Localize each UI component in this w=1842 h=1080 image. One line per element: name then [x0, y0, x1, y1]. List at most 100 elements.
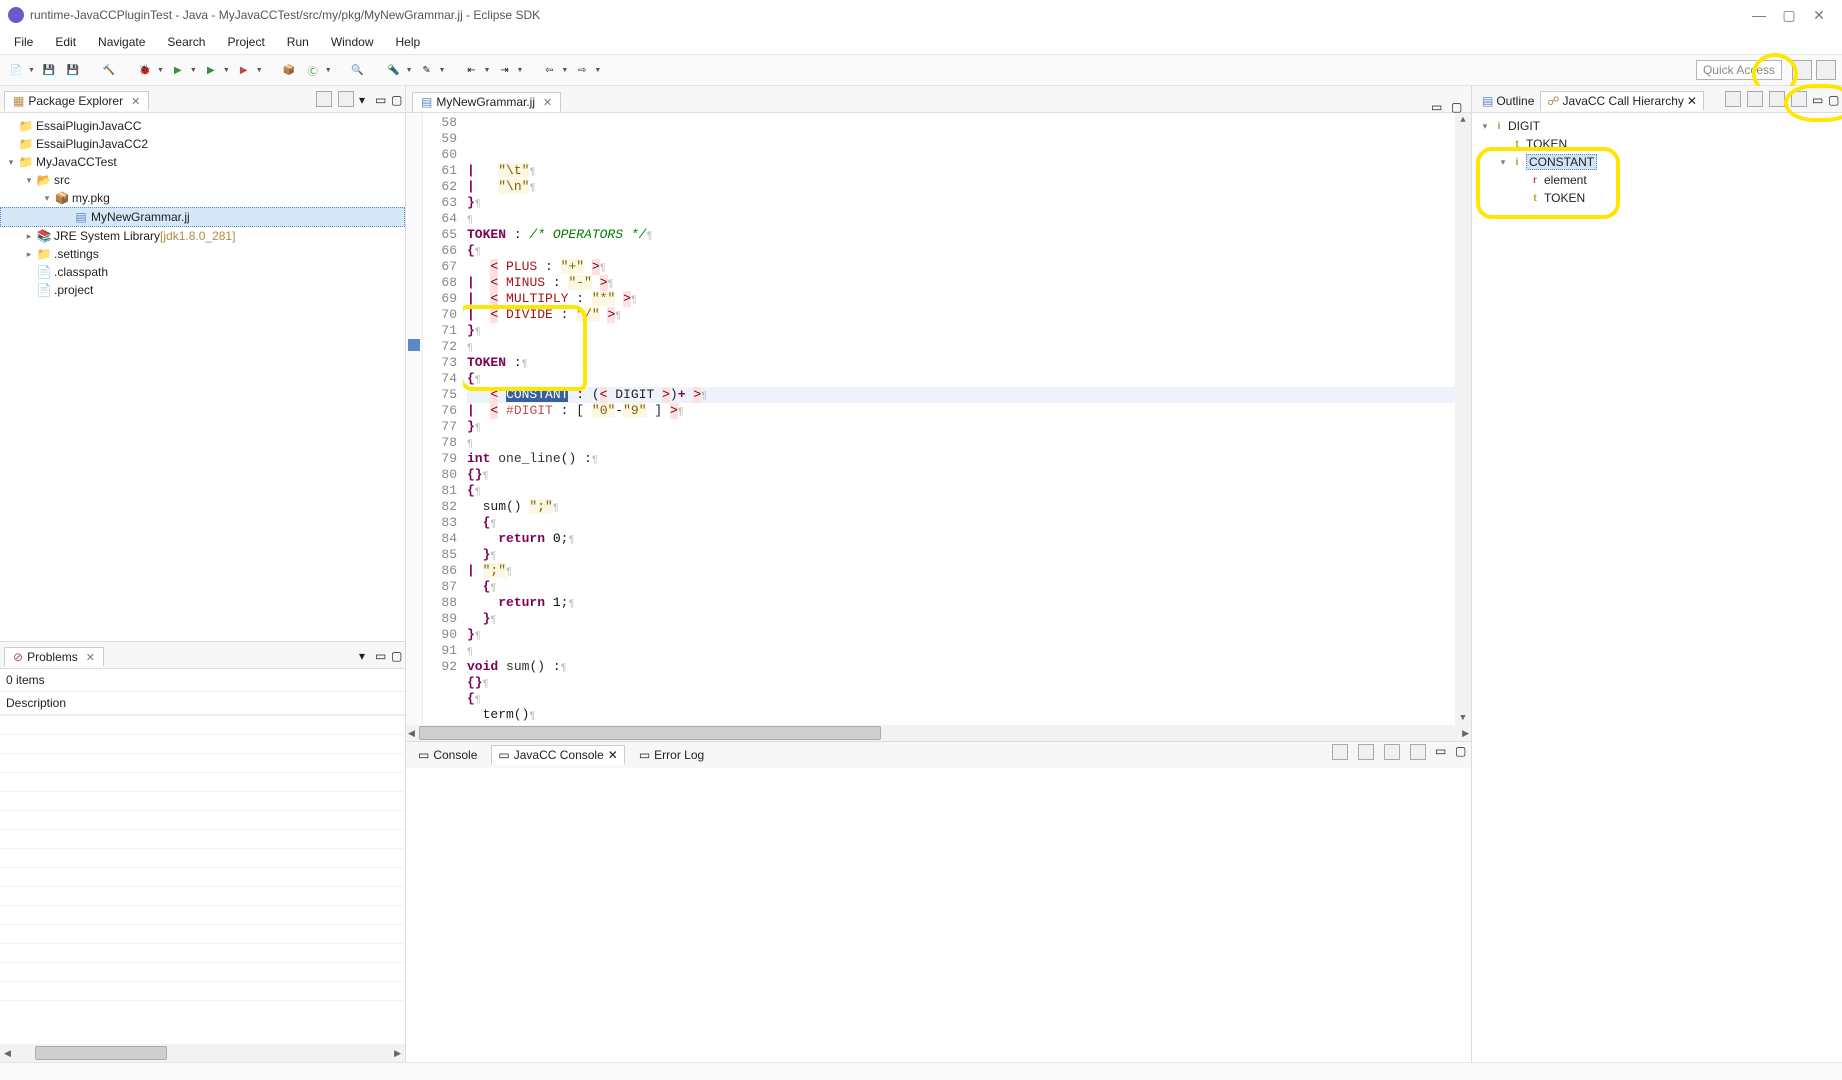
outline-tree[interactable]: ▾iDIGITtTOKEN▾iCONSTANTrelementtTOKEN	[1472, 113, 1842, 1062]
editor-tab-label: MyNewGrammar.jj	[436, 95, 535, 109]
minimize-outline-button[interactable]: ▭	[1812, 93, 1824, 105]
problems-column-description[interactable]: Description	[0, 691, 405, 715]
quick-access-input[interactable]: Quick Access	[1696, 60, 1782, 80]
menu-window[interactable]: Window	[327, 33, 378, 51]
outline-item-digit[interactable]: ▾iDIGIT	[1474, 117, 1840, 135]
close-icon[interactable]: ✕	[543, 96, 552, 109]
minimize-view-button[interactable]: ▭	[375, 649, 387, 661]
tree-item-essaipluginjavacc2[interactable]: 📁EssaiPluginJavaCC2	[0, 135, 405, 153]
editor-tab-bar: ▤ MyNewGrammar.jj ✕ ▭ ▢	[406, 86, 1471, 113]
run-button[interactable]: ▶	[168, 60, 188, 80]
close-icon[interactable]: ✕	[1687, 94, 1697, 108]
forward-button[interactable]: ⇨	[572, 60, 592, 80]
minimize-view-button[interactable]: ▭	[375, 93, 387, 105]
outline-icon: ▤	[1482, 94, 1493, 108]
tree-item--project[interactable]: 📄.project	[0, 281, 405, 299]
console-icon: ▭	[418, 748, 429, 762]
package-explorer-title: Package Explorer	[28, 94, 123, 108]
minimize-editor-button[interactable]: ▭	[1431, 100, 1443, 112]
problems-hscrollbar[interactable]: ◀ ▶	[0, 1044, 405, 1062]
editor-tab-mynewgrammar[interactable]: ▤ MyNewGrammar.jj ✕	[412, 92, 561, 112]
next-annotation-button[interactable]: ⇥	[494, 60, 514, 80]
console-display-button[interactable]	[1358, 744, 1374, 760]
caller-button[interactable]	[1769, 91, 1785, 107]
open-perspective-button[interactable]	[1792, 60, 1812, 80]
new-package-button[interactable]: 📦	[279, 60, 299, 80]
new-class-button[interactable]: Ⓒ	[303, 60, 323, 80]
problems-table[interactable]	[0, 715, 405, 1001]
save-button[interactable]: 💾	[39, 60, 59, 80]
tree-item-src[interactable]: ▾📂src	[0, 171, 405, 189]
history-button[interactable]	[1791, 91, 1807, 107]
debug-button[interactable]: 🐞	[135, 60, 155, 80]
coverage-button[interactable]: ▶	[201, 60, 221, 80]
view-menu-button[interactable]: ▾	[359, 93, 371, 105]
search-button[interactable]: 🔦	[384, 60, 404, 80]
console-clear-button[interactable]	[1410, 744, 1426, 760]
maximize-button[interactable]: ▢	[1774, 7, 1804, 24]
problems-tab[interactable]: ⊘ Problems ✕	[4, 647, 104, 667]
maximize-outline-button[interactable]: ▢	[1828, 93, 1840, 105]
package-explorer-tree[interactable]: 📁EssaiPluginJavaCC📁EssaiPluginJavaCC2▾📁M…	[0, 113, 405, 641]
ext-tools-button[interactable]: ▶	[234, 60, 254, 80]
menu-project[interactable]: Project	[223, 33, 268, 51]
link-editor-button[interactable]	[338, 91, 354, 107]
package-explorer-tab[interactable]: ▦ Package Explorer ✕	[4, 91, 149, 111]
prev-annotation-button[interactable]: ⇤	[462, 60, 482, 80]
tree-item-myjavacctest[interactable]: ▾📁MyJavaCCTest	[0, 153, 405, 171]
build-button[interactable]: 🔨	[99, 60, 119, 80]
maximize-view-button[interactable]: ▢	[391, 93, 403, 105]
menu-edit[interactable]: Edit	[51, 33, 80, 51]
menu-help[interactable]: Help	[392, 33, 425, 51]
save-all-button[interactable]: 💾	[63, 60, 83, 80]
outline-item-constant[interactable]: ▾iCONSTANT	[1474, 153, 1840, 171]
refresh-button[interactable]	[1725, 91, 1741, 107]
annotate-button[interactable]: ✎	[417, 60, 437, 80]
tree-item-essaipluginjavacc[interactable]: 📁EssaiPluginJavaCC	[0, 117, 405, 135]
console-tab-javacc-console[interactable]: ▭JavaCC Console✕	[491, 745, 624, 765]
menu-run[interactable]: Run	[283, 33, 313, 51]
close-icon[interactable]: ✕	[86, 651, 95, 664]
maximize-console-button[interactable]: ▢	[1455, 744, 1467, 756]
new-button[interactable]: 📄	[6, 60, 26, 80]
menu-navigate[interactable]: Navigate	[94, 33, 149, 51]
call-hierarchy-tab-label: JavaCC Call Hierarchy	[1563, 94, 1684, 108]
outline-item-token[interactable]: tTOKEN	[1474, 189, 1840, 207]
java-perspective-button[interactable]	[1816, 60, 1836, 80]
code-editor[interactable]: 5859606162636465666768697071727374757677…	[406, 113, 1471, 725]
console-tab-error-log[interactable]: ▭Error Log	[633, 746, 710, 764]
view-menu-button[interactable]: ▾	[359, 649, 371, 661]
menu-file[interactable]: File	[10, 33, 37, 51]
callee-button[interactable]	[1747, 91, 1763, 107]
tree-item-mynewgrammar-jj[interactable]: ▤MyNewGrammar.jj	[0, 207, 405, 227]
outline-tab[interactable]: ▤ Outline	[1476, 92, 1540, 110]
tree-item-my-pkg[interactable]: ▾📦my.pkg	[0, 189, 405, 207]
editor-hscrollbar[interactable]: ◀ ▶	[406, 725, 1471, 741]
menu-search[interactable]: Search	[163, 33, 209, 51]
collapse-all-button[interactable]	[316, 91, 332, 107]
maximize-editor-button[interactable]: ▢	[1451, 100, 1463, 112]
outline-item-element[interactable]: relement	[1474, 171, 1840, 189]
console-pin-button[interactable]	[1332, 744, 1348, 760]
minimize-button[interactable]: —	[1744, 7, 1774, 23]
line-number-gutter[interactable]: 5859606162636465666768697071727374757677…	[423, 113, 463, 725]
console-body[interactable]: ▭ ▢	[406, 768, 1471, 1062]
tree-item--classpath[interactable]: 📄.classpath	[0, 263, 405, 281]
maximize-view-button[interactable]: ▢	[391, 649, 403, 661]
tree-item-jre-system-library[interactable]: ▸📚JRE System Library [jdk1.8.0_281]	[0, 227, 405, 245]
close-icon[interactable]: ✕	[608, 748, 618, 762]
code-content[interactable]: | "\t"¶| "\n"¶}¶¶TOKEN : /* OPERATORS */…	[463, 113, 1455, 725]
marker-bar[interactable]	[406, 113, 423, 725]
close-button[interactable]: ✕	[1804, 7, 1834, 24]
console-open-button[interactable]	[1384, 744, 1400, 760]
console-tab-console[interactable]: ▭Console	[412, 746, 483, 764]
outline-tab-label: Outline	[1496, 94, 1534, 108]
back-button[interactable]: ⇦	[539, 60, 559, 80]
minimize-console-button[interactable]: ▭	[1435, 744, 1447, 756]
close-icon[interactable]: ✕	[131, 95, 140, 108]
open-type-button[interactable]: 🔍	[348, 60, 368, 80]
outline-item-token[interactable]: tTOKEN	[1474, 135, 1840, 153]
tree-item--settings[interactable]: ▸📁.settings	[0, 245, 405, 263]
editor-vscrollbar[interactable]: ▲▼	[1455, 113, 1471, 725]
call-hierarchy-tab[interactable]: ☍ JavaCC Call Hierarchy ✕	[1540, 91, 1704, 111]
